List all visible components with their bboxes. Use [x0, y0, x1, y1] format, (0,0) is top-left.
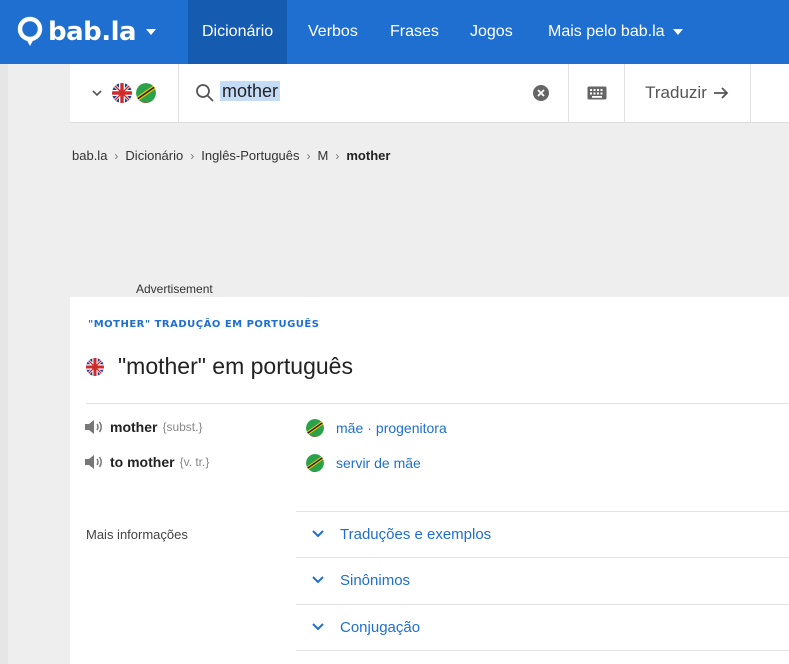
- translation-row: servir de mãe: [306, 454, 421, 472]
- entry-term: to mother: [110, 454, 175, 470]
- separator-dot: ·: [367, 420, 372, 436]
- caret-down-icon: [146, 29, 157, 35]
- top-nav: bab.la Dicionário Verbos Frases Jogos Ma…: [0, 0, 789, 64]
- brazil-flag-icon: [306, 419, 324, 437]
- search-input[interactable]: mother: [220, 81, 520, 105]
- location-pin-icon: [17, 16, 43, 46]
- brazil-flag-icon: [136, 83, 156, 103]
- page-title-text: "mother" em português: [118, 353, 353, 379]
- breadcrumb-item[interactable]: M: [318, 148, 329, 163]
- uk-flag-icon: [86, 357, 104, 376]
- advertisement-label: Advertisement: [136, 282, 213, 296]
- translate-button[interactable]: Traduzir: [624, 64, 751, 122]
- breadcrumb-item[interactable]: Dicionário: [125, 148, 183, 163]
- clear-icon[interactable]: [532, 84, 550, 102]
- chevron-down-icon: [92, 90, 102, 97]
- caret-down-icon: [672, 28, 683, 35]
- breadcrumb-item[interactable]: Inglês-Português: [201, 148, 299, 163]
- translate-label: Traduzir: [645, 83, 707, 102]
- translation-row: mãe · progenitora: [306, 419, 447, 437]
- breadcrumb-separator: ›: [306, 148, 311, 163]
- speaker-icon[interactable]: [84, 454, 104, 470]
- breadcrumb-separator: ›: [114, 148, 119, 163]
- section-eyebrow: "MOTHER" TRADUÇÃO EM PORTUGUÊS: [88, 319, 320, 330]
- page-title: "mother" em português: [86, 353, 353, 380]
- speaker-icon[interactable]: [84, 419, 104, 435]
- nav-jogos[interactable]: Jogos: [456, 0, 527, 64]
- entry-term: mother: [110, 419, 158, 435]
- accordion-label: Traduções e exemplos: [340, 525, 492, 543]
- chevron-down-icon: [312, 623, 324, 631]
- entry-pos: {subst.}: [162, 420, 203, 434]
- nav-dicionario[interactable]: Dicionário: [188, 0, 288, 64]
- accordion-translations-examples[interactable]: Traduções e exemplos: [300, 511, 789, 557]
- chevron-down-icon: [312, 576, 324, 584]
- divider: [296, 650, 789, 651]
- nav-mais-label: Mais pelo bab.la: [548, 23, 665, 40]
- entry-row: mother {subst.}: [84, 419, 202, 435]
- translation-link[interactable]: progenitora: [376, 420, 447, 436]
- nav-frases[interactable]: Frases: [376, 0, 453, 64]
- logo-text: bab.la: [48, 17, 137, 47]
- accordion-synonyms[interactable]: Sinônimos: [300, 557, 789, 603]
- keyboard-button[interactable]: [568, 64, 625, 122]
- accordion-label: Conjugação: [340, 618, 421, 636]
- breadcrumb-separator: ›: [335, 148, 340, 163]
- divider: [86, 403, 789, 404]
- breadcrumb-current: mother: [346, 148, 391, 163]
- translation-link[interactable]: mãe: [336, 420, 363, 436]
- breadcrumb-item[interactable]: bab.la: [72, 148, 107, 163]
- search-icon: [196, 84, 214, 102]
- search-input-value: mother: [220, 81, 281, 101]
- search-bar: mother Traduzir: [70, 64, 789, 123]
- logo[interactable]: bab.la: [14, 12, 157, 52]
- translation-link[interactable]: servir de mãe: [336, 455, 421, 471]
- keyboard-icon: [587, 86, 606, 100]
- nav-mais[interactable]: Mais pelo bab.la: [534, 0, 697, 64]
- brazil-flag-icon: [306, 454, 324, 472]
- accordion-conjugation[interactable]: Conjugação: [300, 604, 789, 650]
- uk-flag-icon: [112, 83, 132, 103]
- translation-card: "MOTHER" TRADUÇÃO EM PORTUGUÊS "mother" …: [70, 297, 789, 664]
- accordion-label: Sinônimos: [340, 571, 411, 589]
- entry-pos: {v. tr.}: [179, 455, 210, 469]
- entry-row: to mother {v. tr.}: [84, 454, 209, 470]
- more-info-label: Mais informações: [86, 527, 188, 542]
- breadcrumb-separator: ›: [190, 148, 195, 163]
- page-edge: [0, 0, 8, 664]
- language-selector[interactable]: [70, 64, 179, 122]
- nav-verbos[interactable]: Verbos: [294, 0, 372, 64]
- chevron-down-icon: [312, 530, 324, 538]
- arrow-right-icon: [713, 87, 729, 99]
- breadcrumb: bab.la › Dicionário › Inglês-Português ›…: [72, 148, 390, 163]
